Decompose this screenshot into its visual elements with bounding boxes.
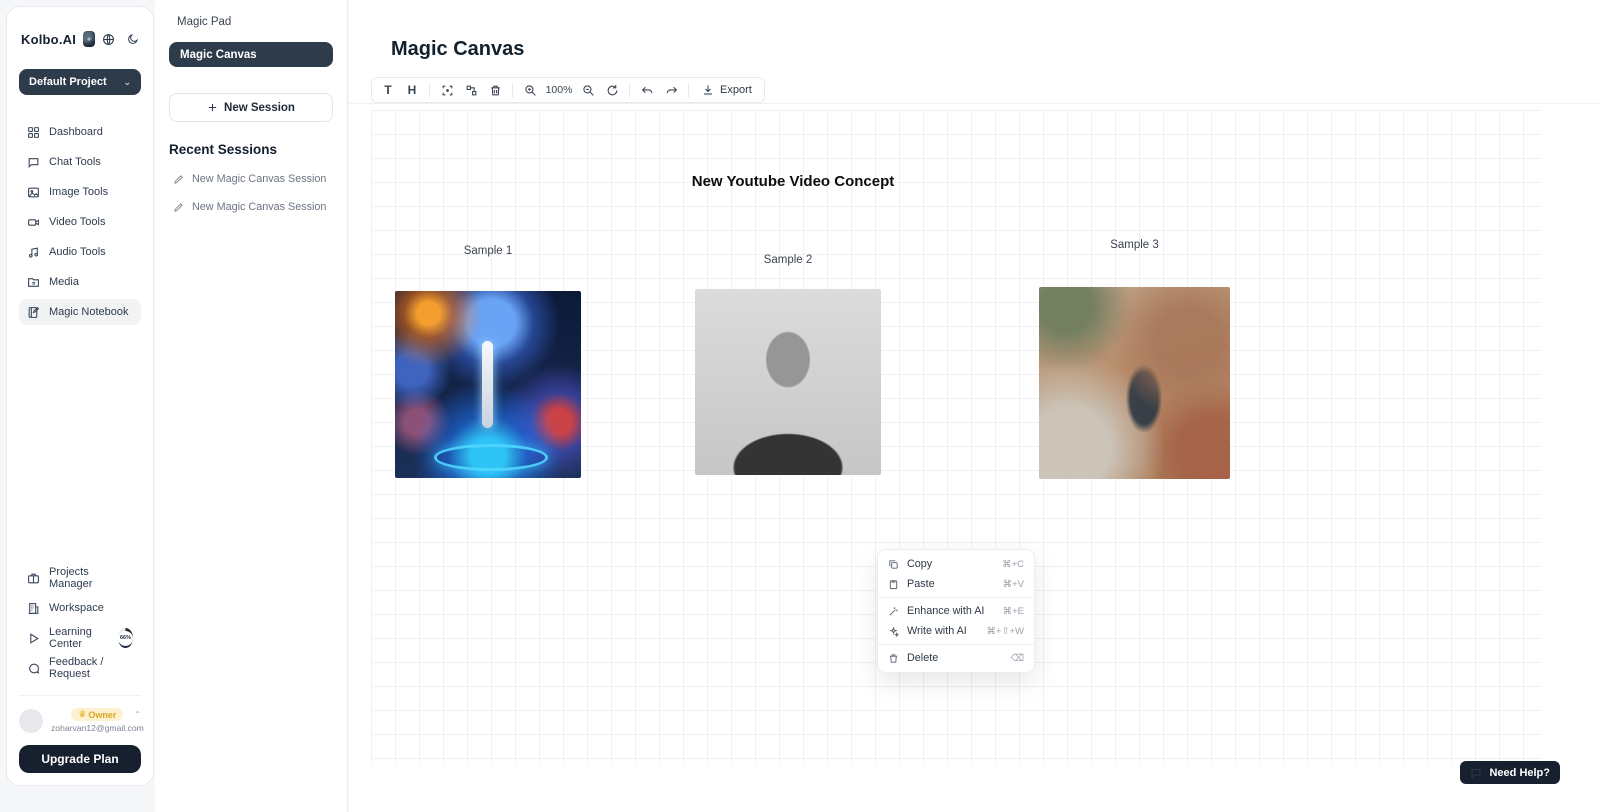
sparkles-icon (888, 626, 899, 637)
main-content: Magic Canvas T H 100% Export New Youtub (349, 0, 1600, 812)
zoom-in-button[interactable] (518, 79, 542, 101)
context-menu-write-with-ai[interactable]: Write with AI ⌘+⇧+W (878, 621, 1034, 641)
new-session-button[interactable]: New Session (169, 93, 333, 122)
export-button[interactable]: Export (694, 79, 760, 101)
upgrade-plan-button[interactable]: Upgrade Plan (19, 745, 141, 773)
download-icon (702, 84, 714, 96)
header-divider (349, 103, 1600, 104)
tab-magic-canvas[interactable]: Magic Canvas (169, 42, 333, 67)
globe-icon[interactable] (102, 33, 115, 46)
session-list-item[interactable]: New Magic Canvas Session (169, 173, 333, 185)
canvas-toolbar: T H 100% Export (371, 77, 765, 103)
logo-row: Kolbo.AI (21, 31, 139, 47)
sidebar-item-chat-tools[interactable]: Chat Tools (19, 149, 141, 175)
chat-bubble-icon (27, 156, 40, 169)
context-menu-divider (878, 644, 1034, 645)
toolbar-divider (429, 83, 430, 98)
zoom-out-button[interactable] (576, 79, 600, 101)
media-folder-icon (27, 276, 40, 289)
sidebar-item-dashboard[interactable]: Dashboard (19, 119, 141, 145)
music-note-icon (27, 246, 40, 259)
user-email: zoharvan12@gmail.com (51, 723, 144, 733)
connector-tool-button[interactable] (459, 79, 483, 101)
sidebar-item-audio-tools[interactable]: Audio Tools (19, 239, 141, 265)
sidebar-item-learning-center[interactable]: Learning Center 66% (19, 625, 141, 651)
context-menu-enhance-with-ai[interactable]: Enhance with AI ⌘+E (878, 601, 1034, 621)
dashboard-icon (27, 126, 40, 139)
sidebar-item-image-tools[interactable]: Image Tools (19, 179, 141, 205)
sidebar-item-projects-manager[interactable]: Projects Manager (19, 565, 141, 591)
need-help-button[interactable]: Need Help? (1460, 761, 1560, 784)
sidebar-nav: Dashboard Chat Tools Image Tools Video T… (19, 119, 141, 325)
pencil-icon (173, 202, 184, 213)
sidebar-item-feedback-request[interactable]: Feedback / Request (19, 655, 141, 681)
plus-icon (207, 102, 218, 113)
briefcase-icon (27, 572, 40, 585)
heading-tool-button[interactable]: H (400, 79, 424, 101)
magic-wand-icon (888, 606, 899, 617)
page-title: Magic Canvas (391, 38, 524, 61)
play-icon (27, 632, 40, 645)
toolbar-divider (629, 83, 630, 98)
app-window: Kolbo.AI Default Project ⌄ Dashboard Cha… (0, 0, 1600, 812)
notebook-pen-icon (27, 306, 40, 319)
sidebar: Kolbo.AI Default Project ⌄ Dashboard Cha… (6, 6, 154, 786)
image-icon (27, 186, 40, 199)
brain-logo-icon (83, 31, 95, 47)
sidebar-item-video-tools[interactable]: Video Tools (19, 209, 141, 235)
sample-2-label[interactable]: Sample 2 (695, 254, 881, 266)
canvas-sample-2: Sample 2 (695, 289, 881, 475)
sample-3-image[interactable] (1039, 287, 1230, 479)
text-tool-button[interactable]: T (376, 79, 400, 101)
sidebar-footer-nav: Projects Manager Workspace Learning Cent… (19, 565, 141, 681)
help-chat-icon (1470, 767, 1482, 779)
toolbar-divider (688, 83, 689, 98)
sidebar-spacer (19, 325, 141, 541)
redo-button[interactable] (659, 79, 683, 101)
feedback-chat-icon (27, 662, 40, 675)
delete-tool-button[interactable] (483, 79, 507, 101)
context-menu-copy[interactable]: Copy ⌘+C (878, 554, 1034, 574)
trash-icon (888, 653, 899, 664)
paste-icon (888, 579, 899, 590)
recent-sessions-heading: Recent Sessions (169, 142, 333, 157)
user-account-row[interactable]: ♛Owner zoharvan12@gmail.com ⌃ (19, 695, 141, 733)
context-menu-paste[interactable]: Paste ⌘+V (878, 574, 1034, 594)
canvas-sample-3: Sample 3 (1039, 287, 1230, 479)
sidebar-item-magic-notebook[interactable]: Magic Notebook (19, 299, 141, 325)
sample-3-label[interactable]: Sample 3 (1039, 239, 1230, 251)
building-icon (27, 602, 40, 615)
context-menu-delete[interactable]: Delete ⌫ (878, 648, 1034, 668)
pencil-icon (173, 174, 184, 185)
owner-badge: ♛Owner (71, 708, 123, 721)
project-selector[interactable]: Default Project ⌄ (19, 69, 141, 95)
sample-1-image[interactable] (395, 291, 581, 478)
context-menu: Copy ⌘+C Paste ⌘+V Enhance with AI ⌘+E W… (877, 549, 1035, 673)
undo-button[interactable] (635, 79, 659, 101)
context-menu-divider (878, 597, 1034, 598)
canvas-sample-1: Sample 1 (395, 291, 581, 478)
sidebar-item-media[interactable]: Media (19, 269, 141, 295)
sidebar-item-workspace[interactable]: Workspace (19, 595, 141, 621)
session-panel: Magic Pad Magic Canvas New Session Recen… (155, 0, 348, 812)
toolbar-divider (512, 83, 513, 98)
tab-magic-pad[interactable]: Magic Pad (169, 12, 333, 32)
zoom-level[interactable]: 100% (542, 79, 576, 101)
avatar (19, 709, 43, 733)
copy-icon (888, 559, 899, 570)
crown-icon: ♛ (78, 709, 86, 720)
app-logo: Kolbo.AI (21, 32, 76, 47)
reset-view-button[interactable] (600, 79, 624, 101)
ai-select-tool-button[interactable] (435, 79, 459, 101)
sample-1-label[interactable]: Sample 1 (395, 245, 581, 257)
expand-chevron-icon: ⌃ (134, 710, 141, 719)
dark-mode-moon-icon[interactable] (127, 33, 139, 45)
canvas-text-heading[interactable]: New Youtube Video Concept (623, 173, 963, 190)
video-camera-icon (27, 216, 40, 229)
learning-progress-badge: 66% (118, 628, 133, 648)
chevron-down-icon: ⌄ (123, 77, 131, 88)
session-list-item[interactable]: New Magic Canvas Session (169, 201, 333, 213)
sample-2-image[interactable] (695, 289, 881, 475)
